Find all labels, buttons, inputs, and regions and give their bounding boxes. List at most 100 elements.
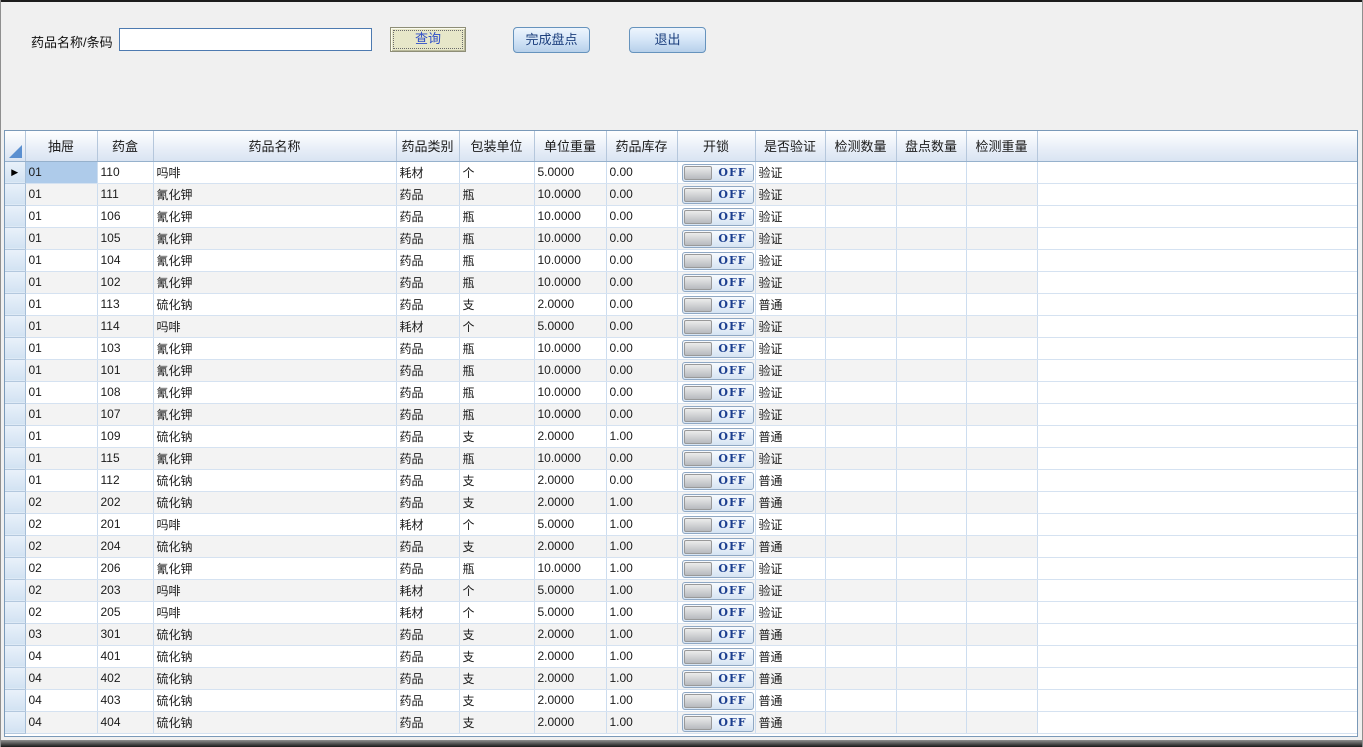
cell-drug-name[interactable]: 氰化钾	[153, 447, 396, 469]
cell-detect-qty[interactable]	[825, 601, 896, 623]
lock-toggle[interactable]: OFF	[682, 648, 754, 666]
cell-box[interactable]: 114	[97, 315, 153, 337]
cell-drawer[interactable]: 03	[25, 623, 97, 645]
cell-verify[interactable]: 验证	[755, 205, 825, 227]
cell-pack-unit[interactable]: 支	[459, 535, 534, 557]
cell-category[interactable]: 药品	[396, 425, 459, 447]
cell-count-qty[interactable]	[896, 535, 966, 557]
cell-box[interactable]: 404	[97, 711, 153, 733]
cell-drawer[interactable]: 01	[25, 337, 97, 359]
column-header-unit-weight[interactable]: 单位重量	[534, 131, 606, 161]
cell-pack-unit[interactable]: 瓶	[459, 249, 534, 271]
cell-detect-weight[interactable]	[966, 623, 1037, 645]
cell-drug-name[interactable]: 硫化钠	[153, 491, 396, 513]
cell-count-qty[interactable]	[896, 271, 966, 293]
cell-verify[interactable]: 验证	[755, 403, 825, 425]
cell-detect-qty[interactable]	[825, 337, 896, 359]
cell-stock[interactable]: 0.00	[606, 337, 677, 359]
cell-drug-name[interactable]: 硫化钠	[153, 623, 396, 645]
cell-drawer[interactable]: 01	[25, 381, 97, 403]
cell-box[interactable]: 402	[97, 667, 153, 689]
cell-count-qty[interactable]	[896, 249, 966, 271]
cell-detect-weight[interactable]	[966, 403, 1037, 425]
cell-stock[interactable]: 1.00	[606, 623, 677, 645]
cell-category[interactable]: 耗材	[396, 579, 459, 601]
column-header-box[interactable]: 药盒	[97, 131, 153, 161]
cell-drug-name[interactable]: 吗啡	[153, 315, 396, 337]
cell-pack-unit[interactable]: 瓶	[459, 337, 534, 359]
cell-count-qty[interactable]	[896, 205, 966, 227]
cell-unit-weight[interactable]: 10.0000	[534, 271, 606, 293]
cell-drawer[interactable]: 01	[25, 359, 97, 381]
cell-detect-weight[interactable]	[966, 271, 1037, 293]
cell-detect-qty[interactable]	[825, 359, 896, 381]
cell-drug-name[interactable]: 吗啡	[153, 161, 396, 183]
row-header[interactable]	[5, 535, 25, 557]
cell-verify[interactable]: 验证	[755, 381, 825, 403]
cell-pack-unit[interactable]: 个	[459, 513, 534, 535]
cell-box[interactable]: 107	[97, 403, 153, 425]
row-header[interactable]	[5, 381, 25, 403]
cell-lock[interactable]: OFF	[677, 667, 755, 689]
cell-box[interactable]: 206	[97, 557, 153, 579]
cell-verify[interactable]: 验证	[755, 161, 825, 183]
cell-detect-weight[interactable]	[966, 689, 1037, 711]
cell-pack-unit[interactable]: 个	[459, 315, 534, 337]
cell-pack-unit[interactable]: 支	[459, 623, 534, 645]
cell-count-qty[interactable]	[896, 711, 966, 733]
lock-toggle[interactable]: OFF	[682, 604, 754, 622]
row-header[interactable]	[5, 249, 25, 271]
lock-toggle[interactable]: OFF	[682, 208, 754, 226]
cell-stock[interactable]: 1.00	[606, 557, 677, 579]
cell-category[interactable]: 药品	[396, 205, 459, 227]
cell-detect-qty[interactable]	[825, 623, 896, 645]
cell-category[interactable]: 药品	[396, 271, 459, 293]
cell-drawer[interactable]: 02	[25, 535, 97, 557]
cell-count-qty[interactable]	[896, 403, 966, 425]
cell-drug-name[interactable]: 吗啡	[153, 513, 396, 535]
lock-toggle[interactable]: OFF	[682, 516, 754, 534]
cell-unit-weight[interactable]: 10.0000	[534, 183, 606, 205]
row-header[interactable]	[5, 183, 25, 205]
cell-category[interactable]: 药品	[396, 447, 459, 469]
cell-unit-weight[interactable]: 2.0000	[534, 689, 606, 711]
cell-box[interactable]: 203	[97, 579, 153, 601]
cell-verify[interactable]: 普通	[755, 469, 825, 491]
cell-detect-weight[interactable]	[966, 557, 1037, 579]
cell-detect-weight[interactable]	[966, 337, 1037, 359]
cell-drawer[interactable]: 01	[25, 183, 97, 205]
cell-count-qty[interactable]	[896, 381, 966, 403]
row-header[interactable]	[5, 689, 25, 711]
lock-toggle[interactable]: OFF	[682, 164, 754, 182]
cell-detect-qty[interactable]	[825, 403, 896, 425]
row-header[interactable]	[5, 271, 25, 293]
lock-toggle[interactable]: OFF	[682, 692, 754, 710]
cell-box[interactable]: 110	[97, 161, 153, 183]
cell-detect-weight[interactable]	[966, 359, 1037, 381]
cell-stock[interactable]: 1.00	[606, 689, 677, 711]
cell-unit-weight[interactable]: 2.0000	[534, 293, 606, 315]
cell-category[interactable]: 药品	[396, 359, 459, 381]
lock-toggle[interactable]: OFF	[682, 362, 754, 380]
row-header[interactable]: ▶	[5, 161, 25, 183]
cell-pack-unit[interactable]: 支	[459, 293, 534, 315]
cell-count-qty[interactable]	[896, 293, 966, 315]
cell-count-qty[interactable]	[896, 161, 966, 183]
cell-drug-name[interactable]: 氰化钾	[153, 227, 396, 249]
cell-unit-weight[interactable]: 10.0000	[534, 359, 606, 381]
cell-detect-qty[interactable]	[825, 249, 896, 271]
lock-toggle[interactable]: OFF	[682, 626, 754, 644]
cell-pack-unit[interactable]: 个	[459, 601, 534, 623]
cell-pack-unit[interactable]: 瓶	[459, 271, 534, 293]
cell-category[interactable]: 药品	[396, 491, 459, 513]
cell-category[interactable]: 药品	[396, 469, 459, 491]
cell-drug-name[interactable]: 硫化钠	[153, 645, 396, 667]
cell-stock[interactable]: 0.00	[606, 183, 677, 205]
cell-category[interactable]: 耗材	[396, 161, 459, 183]
cell-drug-name[interactable]: 氰化钾	[153, 183, 396, 205]
cell-drug-name[interactable]: 氰化钾	[153, 249, 396, 271]
cell-lock[interactable]: OFF	[677, 557, 755, 579]
cell-drug-name[interactable]: 吗啡	[153, 601, 396, 623]
cell-drawer[interactable]: 01	[25, 469, 97, 491]
cell-detect-weight[interactable]	[966, 161, 1037, 183]
